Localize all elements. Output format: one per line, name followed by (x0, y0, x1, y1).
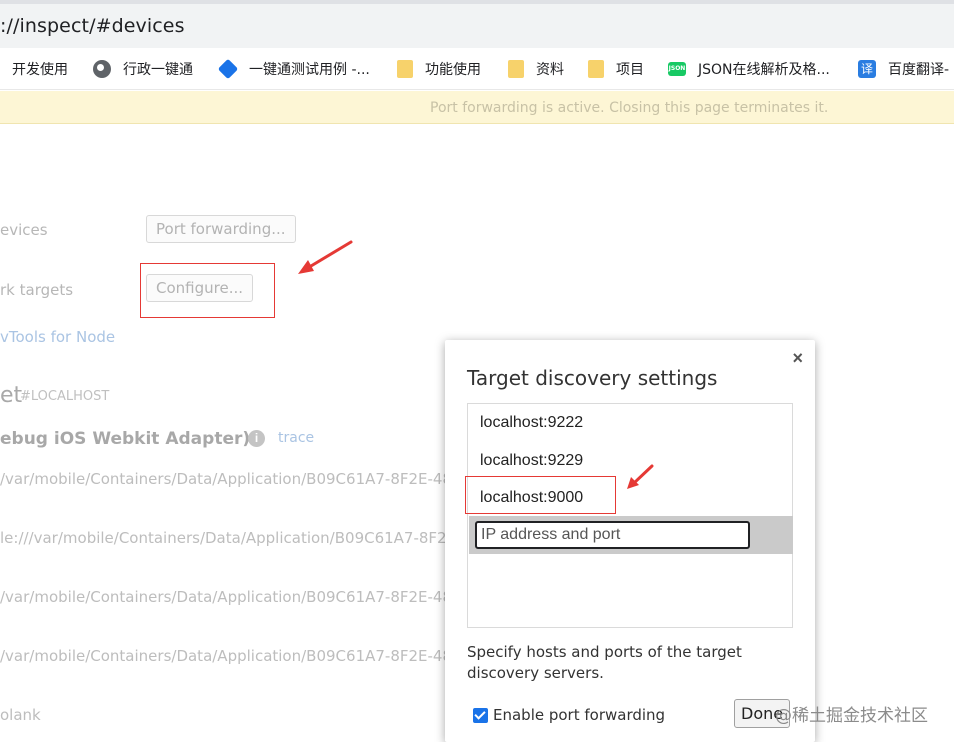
bookmark-item[interactable]: 一键通测试用例 -... (217, 48, 370, 90)
bookmark-label: 项目 (616, 62, 644, 78)
address-url[interactable]: ://inspect/#devices (0, 15, 185, 37)
annotation-arrow-icon (298, 240, 353, 274)
bookmark-label: 百度翻译- (888, 62, 950, 78)
json-icon: JSON (668, 62, 686, 76)
bookmark-label: 功能使用 (425, 62, 481, 78)
blank-target-label: olank (0, 706, 41, 724)
remote-target-title: et (0, 383, 23, 408)
highlight-box-configure (140, 263, 275, 318)
target-path: /var/mobile/Containers/Data/Application/… (0, 588, 462, 606)
target-path: le:///var/mobile/Containers/Data/Applica… (0, 529, 457, 547)
port-forwarding-button[interactable]: Port forwarding... (146, 215, 296, 243)
target-path: /var/mobile/Containers/Data/Application/… (0, 647, 462, 665)
enable-port-forwarding-row[interactable]: Enable port forwarding (473, 706, 665, 724)
bookmark-label: JSON在线解析及格... (698, 62, 830, 78)
bookmark-label: 开发使用 (12, 62, 68, 78)
watermark: @稀土掘金技术社区 (775, 706, 928, 726)
bookmark-item[interactable]: 资料 (508, 48, 564, 90)
devices-label: evices (0, 221, 48, 239)
bookmark-item[interactable]: 开发使用 (12, 48, 68, 90)
highlight-box-localhost-9000 (465, 476, 616, 514)
checkbox-label: Enable port forwarding (493, 706, 666, 724)
target-list: localhost:9222 localhost:9229 localhost:… (467, 403, 793, 628)
folder-icon (508, 60, 524, 78)
checkbox-checked-icon[interactable] (473, 707, 488, 723)
bookmarks-bar: 开发使用 行政一键通 一键通测试用例 -... 功能使用 资料 项目 JSON … (0, 48, 954, 90)
new-target-row (469, 516, 793, 554)
bookmark-item[interactable]: 项目 (588, 48, 644, 90)
devtools-node-link[interactable]: vTools for Node (0, 328, 115, 346)
close-icon[interactable]: × (792, 348, 803, 369)
target-list-item[interactable]: localhost:9229 (480, 452, 583, 470)
translate-icon: 译 (858, 60, 876, 78)
bookmark-item[interactable]: JSON JSON在线解析及格... (668, 48, 830, 90)
target-list-item[interactable]: localhost:9222 (480, 414, 583, 432)
globe-icon (93, 60, 111, 78)
annotation-arrow-icon (627, 464, 654, 489)
dialog-title: Target discovery settings (467, 366, 718, 390)
cube-icon (217, 58, 239, 80)
bookmark-label: 资料 (536, 62, 564, 78)
bookmark-label: 一键通测试用例 -... (249, 62, 370, 78)
folder-icon (397, 60, 413, 78)
info-icon[interactable]: i (248, 430, 265, 447)
dialog-description: Specify hosts and ports of the target di… (467, 643, 742, 682)
target-path: /var/mobile/Containers/Data/Application/… (0, 470, 462, 488)
banner-text: Port forwarding is active. Closing this … (430, 100, 829, 116)
bookmark-label: 行政一键通 (123, 62, 193, 78)
adapter-title: ebug iOS Webkit Adapter) (0, 429, 251, 449)
ip-address-input[interactable] (475, 521, 750, 549)
folder-icon (588, 60, 604, 78)
bookmark-item[interactable]: 译 百度翻译- (858, 48, 949, 90)
target-discovery-dialog: × Target discovery settings localhost:92… (445, 340, 815, 742)
remote-target-host: #LOCALHOST (20, 389, 110, 404)
bookmark-item[interactable]: 功能使用 (397, 48, 481, 90)
network-targets-label: rk targets (0, 281, 74, 299)
trace-link[interactable]: trace (278, 430, 314, 446)
bookmark-item[interactable]: 行政一键通 (93, 48, 193, 90)
info-banner: Port forwarding is active. Closing this … (0, 91, 954, 124)
